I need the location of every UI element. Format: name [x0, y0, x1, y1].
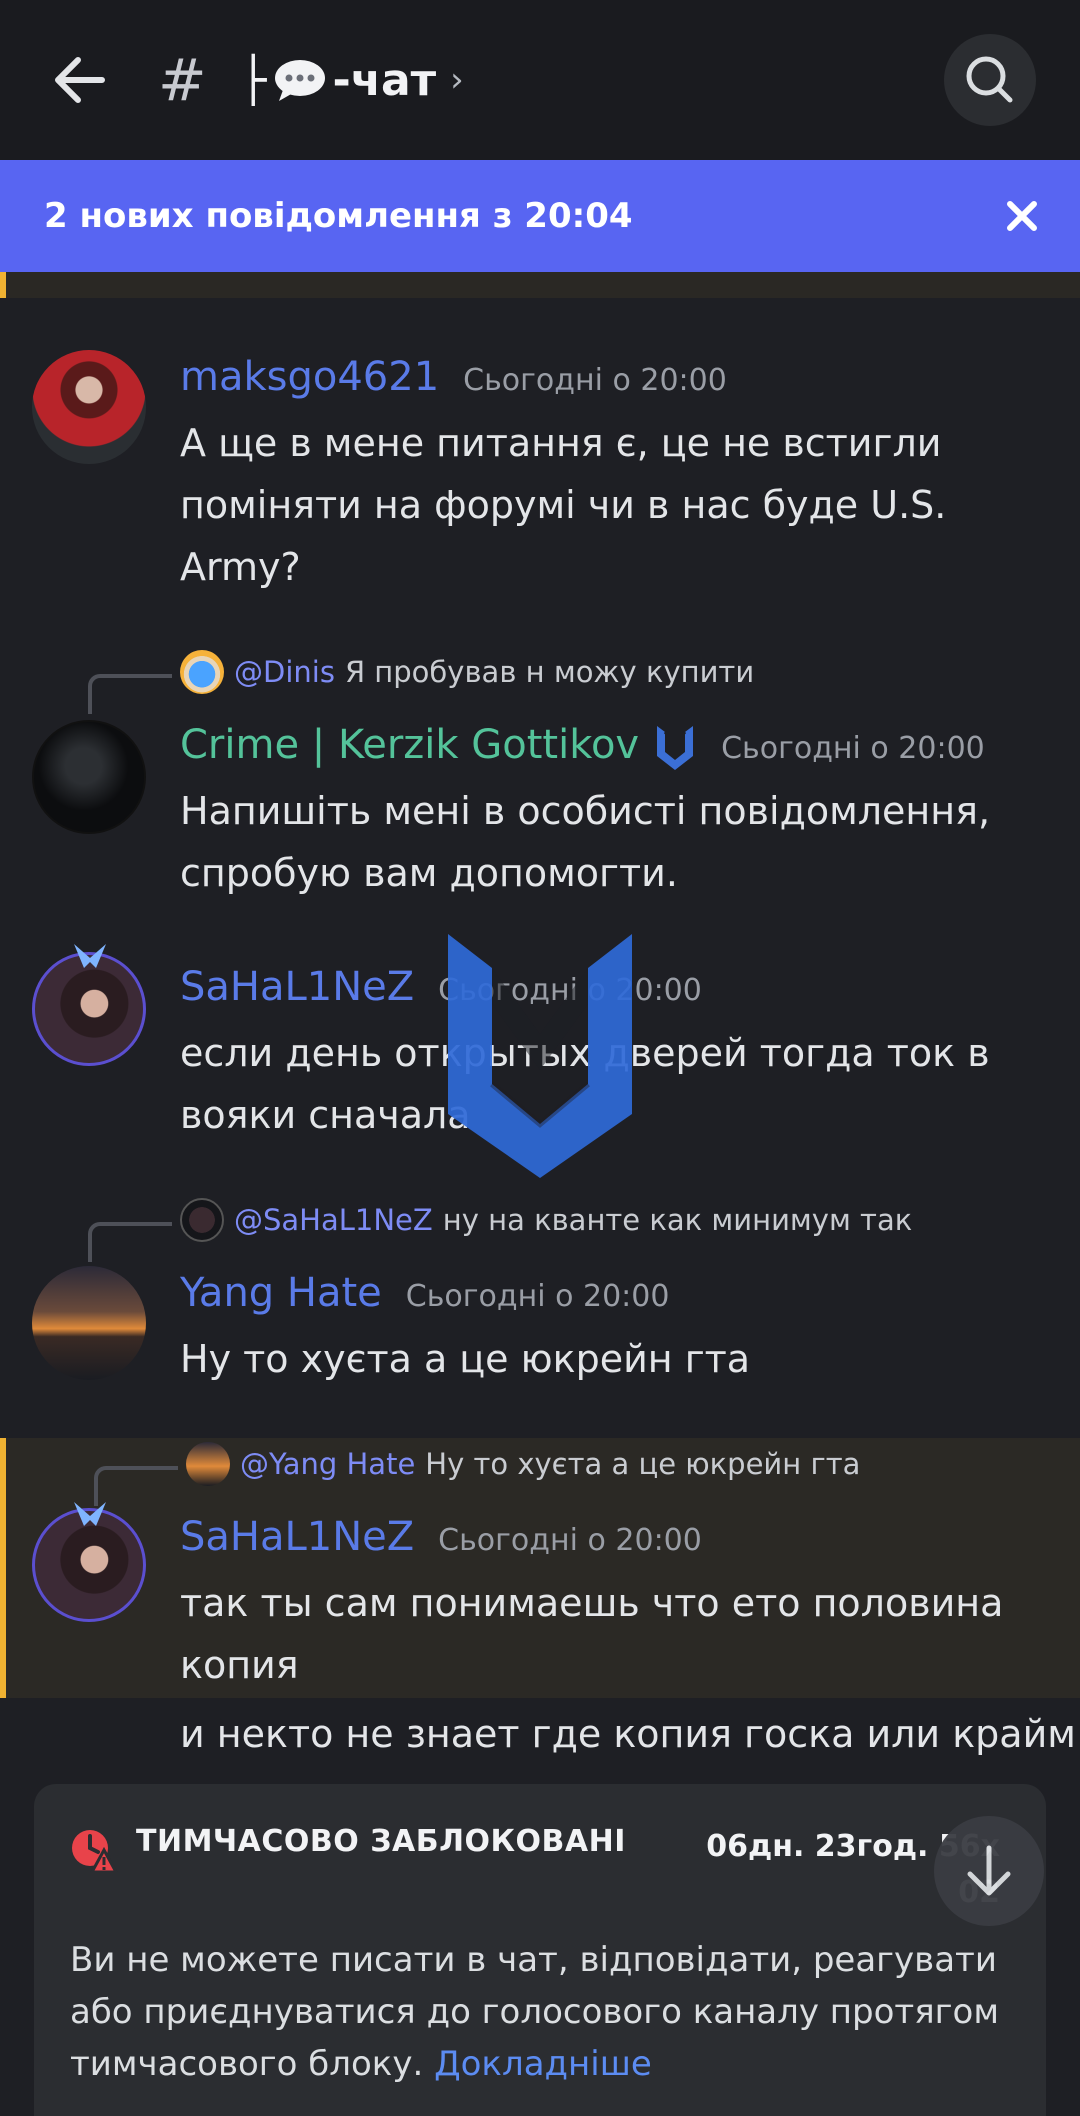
previous-message-highlight: [0, 272, 1080, 298]
timestamp: Сьогодні о 20:00: [438, 1523, 702, 1558]
timeout-description: Ви не можете писати в чат, відповідати, …: [70, 1934, 1010, 2090]
reply-mention[interactable]: @Yang Hate: [240, 1447, 415, 1481]
message-line: А ще в мене питання є, це не встигли: [180, 421, 942, 465]
timestamp: Сьогодні о 20:00: [463, 363, 727, 398]
message-line: Ну то хуєта а це юкрейн гта: [180, 1337, 751, 1381]
message-highlighted[interactable]: @Yang Hate Ну то хуєта а це юкрейн гта S…: [0, 1438, 1080, 1698]
reply-preview: ну на кванте как минимум так: [442, 1203, 913, 1237]
arrow-left-icon: [55, 57, 105, 103]
message-line: и некто не знает где копия госка или кра…: [180, 1712, 1076, 1756]
reply-connector: [88, 1222, 172, 1262]
close-icon[interactable]: [1002, 196, 1042, 236]
server-logo-watermark-icon: [448, 934, 632, 1178]
role-badge-icon: [657, 726, 694, 770]
author-name[interactable]: SaHaL1NeZ: [180, 964, 414, 1010]
channel-hash-icon: #: [158, 46, 207, 114]
message-line: Army?: [180, 545, 301, 589]
message[interactable]: maksgo4621 Сьогодні о 20:00 А ще в мене …: [0, 340, 1080, 600]
timeout-panel: ТИМЧАСОВО ЗАБЛОКОВАНІ 06дн. 23год. 56х 0…: [34, 1784, 1046, 2116]
reply-mention[interactable]: @Dinis: [234, 655, 335, 689]
reply-avatar: [180, 650, 224, 694]
message[interactable]: @SaHaL1NeZ ну на кванте как минимум так …: [0, 1198, 1080, 1428]
avatar[interactable]: [32, 350, 146, 464]
avatar[interactable]: [32, 720, 146, 834]
learn-more-link[interactable]: Докладніше: [434, 2044, 652, 2084]
arrow-down-icon: [967, 1845, 1011, 1896]
search-icon: [966, 56, 1013, 103]
reply-preview: Я пробував н можу купити: [344, 655, 755, 689]
message-line: копия: [180, 1643, 299, 1687]
speech-bubble-icon: [274, 60, 325, 101]
new-messages-banner[interactable]: 2 нових повідомлення з 20:04: [0, 160, 1080, 272]
jump-to-bottom-button[interactable]: [934, 1816, 1044, 1926]
author-name[interactable]: Crime | Kerzik Gottikov: [180, 722, 639, 768]
reply-mention[interactable]: @SaHaL1NeZ: [234, 1203, 433, 1237]
reply-avatar: [180, 1198, 224, 1242]
reply-avatar: [186, 1442, 230, 1486]
new-messages-text: 2 нових повідомлення з 20:04: [44, 196, 633, 236]
message[interactable]: @Dinis Я пробував н можу купити Crime | …: [0, 650, 1080, 910]
avatar[interactable]: [32, 1266, 146, 1380]
back-button[interactable]: [44, 44, 116, 116]
avatar-decoration-icon: [74, 1502, 106, 1526]
timestamp: Сьогодні о 20:00: [721, 731, 985, 766]
reply-preview: Ну то хуєта а це юкрейн гта: [425, 1447, 861, 1481]
chevron-right-icon: ›: [450, 60, 464, 100]
avatar-decoration-icon: [74, 944, 106, 968]
channel-title[interactable]: ├ -чат ›: [240, 44, 464, 116]
author-name[interactable]: maksgo4621: [180, 354, 439, 400]
message-line: Напишіть мені в особисті повідомлення,: [180, 789, 991, 833]
channel-header: # ├ -чат ›: [0, 0, 1080, 160]
timestamp: Сьогодні о 20:00: [405, 1279, 670, 1314]
reply-connector: [88, 674, 172, 714]
search-button[interactable]: [944, 34, 1036, 126]
timeout-clock-warning-icon: [72, 1830, 118, 1874]
timeout-title: ТИМЧАСОВО ЗАБЛОКОВАНІ: [136, 1824, 626, 1859]
channel-name: -чат: [332, 54, 437, 106]
author-name[interactable]: Yang Hate: [180, 1270, 382, 1316]
message-line: так ты сам понимаешь что ето половина: [180, 1581, 1004, 1625]
message-line: спробую вам допомогти.: [180, 851, 678, 895]
channel-prefix: ├: [240, 54, 267, 106]
author-name[interactable]: SaHaL1NeZ: [180, 1514, 414, 1560]
message-line: поміняти на форумі чи в нас буде U.S.: [180, 483, 947, 527]
